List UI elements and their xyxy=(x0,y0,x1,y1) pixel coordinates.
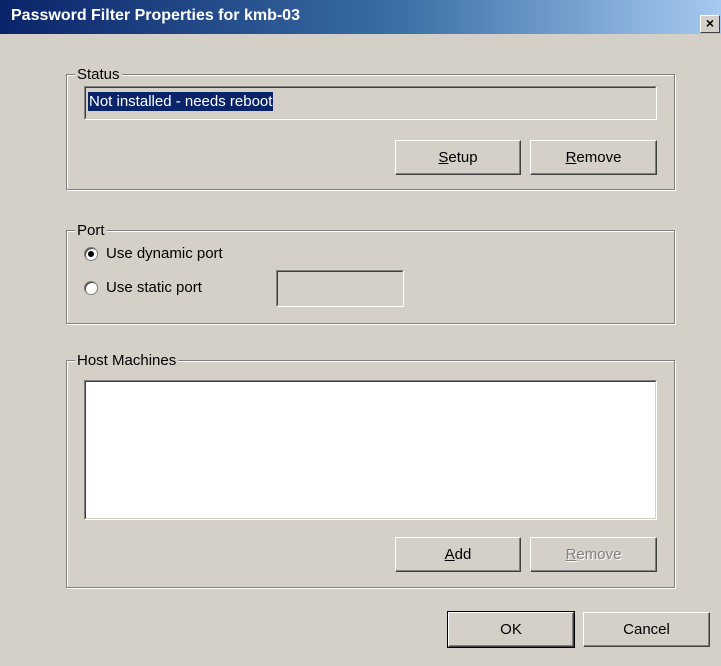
remove-host-button[interactable]: Remove xyxy=(530,537,657,572)
ok-label: OK xyxy=(500,621,522,638)
static-port-input[interactable] xyxy=(276,270,404,307)
static-port-option[interactable]: Use static port xyxy=(84,279,202,296)
setup-button[interactable]: Setup xyxy=(395,140,521,175)
add-host-button[interactable]: Add xyxy=(395,537,521,572)
remove-status-label-rest: emove xyxy=(576,149,622,166)
window-title: Password Filter Properties for kmb-03 xyxy=(11,7,300,24)
dynamic-port-label: Use dynamic port xyxy=(106,245,223,262)
ok-button[interactable]: OK xyxy=(447,611,575,648)
title-bar: Password Filter Properties for kmb-03 xyxy=(0,0,721,34)
static-port-radio[interactable] xyxy=(84,280,98,295)
host-machines-list[interactable] xyxy=(84,380,657,520)
remove-status-accel: R xyxy=(565,149,577,166)
close-icon: × xyxy=(705,15,715,31)
remove-host-accel: R xyxy=(565,546,577,563)
setup-label-rest: etup xyxy=(448,149,478,166)
remove-status-button[interactable]: Remove xyxy=(530,140,657,175)
status-value: Not installed - needs reboot xyxy=(88,92,274,111)
add-host-accel: A xyxy=(444,546,455,563)
dynamic-port-radio[interactable] xyxy=(84,246,98,261)
close-button[interactable]: × xyxy=(700,15,720,33)
add-host-label-rest: dd xyxy=(454,546,472,563)
status-legend: Status xyxy=(75,66,122,83)
cancel-button[interactable]: Cancel xyxy=(583,612,710,647)
static-port-label: Use static port xyxy=(106,279,202,296)
port-legend: Port xyxy=(75,222,107,239)
remove-host-label-rest: emove xyxy=(576,546,622,563)
hosts-legend: Host Machines xyxy=(75,352,179,369)
dynamic-port-option[interactable]: Use dynamic port xyxy=(84,245,223,262)
cancel-label: Cancel xyxy=(623,621,670,638)
status-field: Not installed - needs reboot xyxy=(84,86,657,120)
setup-accel: S xyxy=(438,149,449,166)
